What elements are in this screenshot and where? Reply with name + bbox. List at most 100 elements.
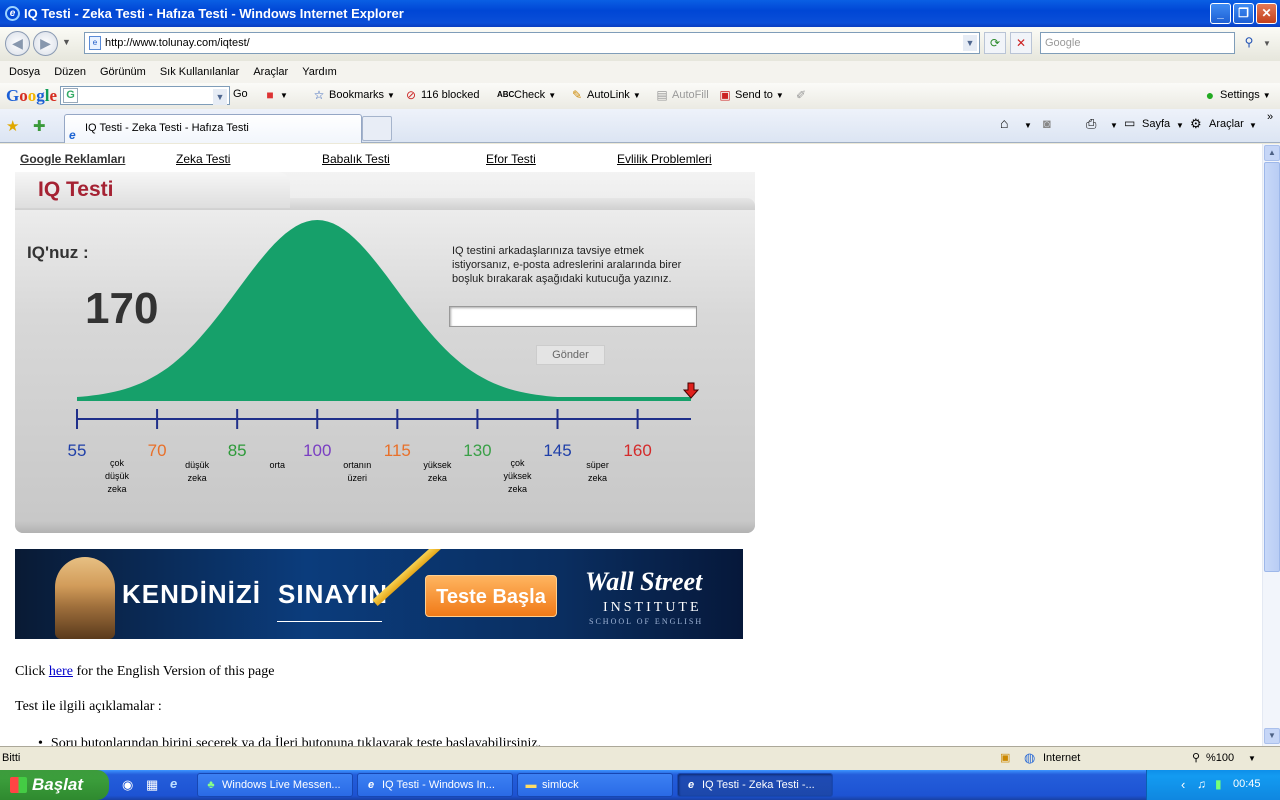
task-ie-2[interactable]: e IQ Testi - Zeka Testi -... xyxy=(677,773,833,797)
print-dropdown-icon[interactable]: ▼ xyxy=(1110,121,1118,130)
google-search-dropdown-icon[interactable]: ▼ xyxy=(213,89,227,105)
close-window-button[interactable]: ✕ xyxy=(1256,3,1277,24)
tray-volume-icon[interactable]: ♫ xyxy=(1197,777,1206,791)
quicklaunch-desktop-icon[interactable]: ▦ xyxy=(146,777,158,793)
task-folder[interactable]: ▬ simlock xyxy=(517,773,673,797)
status-bar: Bitti ▣ ◍ Internet ⚲ %100 ▼ xyxy=(0,746,1280,770)
search-options-icon[interactable]: ▼ xyxy=(1263,39,1271,48)
tray-chevron-icon[interactable]: ‹ xyxy=(1181,777,1185,792)
google-search-input[interactable]: G ▼ xyxy=(60,86,230,105)
tools-dropdown-icon[interactable]: ▼ xyxy=(1249,121,1257,130)
search-placeholder: Google xyxy=(1045,37,1081,49)
bookmarks-button[interactable]: ☆ Bookmarks ▼ xyxy=(312,88,395,102)
autofill-label: AutoFill xyxy=(672,89,709,101)
scroll-up-icon[interactable]: ▲ xyxy=(1264,145,1280,161)
menu-tools[interactable]: Araçlar xyxy=(246,66,295,78)
task-ie-1[interactable]: e IQ Testi - Windows In... xyxy=(357,773,513,797)
sendto-button[interactable]: ▣ Send to ▼ xyxy=(718,88,784,102)
google-go-button[interactable]: Go xyxy=(233,88,248,100)
back-button[interactable]: ◀ xyxy=(5,31,30,56)
menu-favorites[interactable]: Sık Kullanılanlar xyxy=(153,66,247,78)
category-label-3-0: ortanın xyxy=(343,460,371,470)
settings-button[interactable]: ● Settings ▼ xyxy=(1203,88,1271,102)
autofill-button[interactable]: ▤ AutoFill xyxy=(655,88,709,102)
zoom-icon[interactable]: ⚲ xyxy=(1192,751,1200,764)
link-babalik-testi[interactable]: Babalık Testi xyxy=(322,152,390,166)
status-text: Bitti xyxy=(2,752,21,764)
search-input[interactable]: Google xyxy=(1040,32,1235,54)
google-options-button[interactable]: ■ ▼ xyxy=(263,88,288,102)
refresh-button[interactable]: ⟳ xyxy=(984,32,1006,54)
menu-file[interactable]: Dosya xyxy=(2,66,47,78)
internet-globe-icon: ◍ xyxy=(1024,750,1036,765)
tray-signal-icon[interactable]: ▮ xyxy=(1215,777,1222,791)
curve-baseline xyxy=(77,397,691,401)
zoom-level[interactable]: %100 xyxy=(1206,752,1234,764)
iq-label: IQ'nuz : xyxy=(27,243,89,262)
zoom-dropdown-icon[interactable]: ▼ xyxy=(1248,754,1256,763)
highlighter-icon[interactable]: ✐ xyxy=(794,88,808,102)
spellcheck-button[interactable]: ABC Check ▼ xyxy=(497,88,556,102)
address-dropdown-icon[interactable]: ▼ xyxy=(963,35,977,51)
history-dropdown-icon[interactable]: ▼ xyxy=(62,37,71,47)
link-zeka-testi[interactable]: Zeka Testi xyxy=(176,152,230,166)
link-google-ads[interactable]: Google Reklamları xyxy=(20,152,125,166)
clock[interactable]: 00:45 xyxy=(1233,778,1261,790)
address-bar[interactable]: e http://www.tolunay.com/iqtest/ ▼ xyxy=(84,32,980,54)
menu-edit[interactable]: Düzen xyxy=(47,66,93,78)
category-label-0-1: düşük xyxy=(105,471,130,481)
send-button[interactable]: Gönder xyxy=(536,345,605,365)
print-icon[interactable]: ⎙ xyxy=(1086,116,1096,132)
category-label-3-1: üzeri xyxy=(348,473,368,483)
email-input[interactable] xyxy=(449,306,697,327)
x-tick-label-100: 100 xyxy=(303,441,331,460)
tab-current[interactable]: e IQ Testi - Zeka Testi - Hafıza Testi xyxy=(64,114,362,143)
feeds-icon[interactable]: ◙ xyxy=(1043,116,1051,131)
forward-button[interactable]: ▶ xyxy=(33,31,58,56)
page-menu-icon: ▭ xyxy=(1124,116,1136,130)
maximize-button[interactable]: ❐ xyxy=(1233,3,1254,24)
new-tab-button[interactable] xyxy=(362,116,392,141)
check-label: Check xyxy=(514,89,546,101)
task-messenger[interactable]: ♣ Windows Live Messen... xyxy=(197,773,353,797)
favorites-star-icon[interactable]: ★ xyxy=(6,117,19,135)
category-label-6-1: zeka xyxy=(588,473,607,483)
add-favorite-icon[interactable]: ✚ xyxy=(33,117,46,135)
quicklaunch-messenger-icon[interactable]: ◉ xyxy=(122,777,133,793)
link-evlilik-problemleri[interactable]: Evlilik Problemleri xyxy=(617,152,712,166)
quicklaunch-ie-icon[interactable]: e xyxy=(170,776,177,791)
chevron-more-icon[interactable]: » xyxy=(1267,111,1273,123)
menu-bar: Dosya Düzen Görünüm Sık Kullanılanlar Ar… xyxy=(0,61,1280,83)
autolink-label: AutoLink xyxy=(587,89,630,101)
tools-menu[interactable]: Araçlar xyxy=(1209,118,1244,130)
zone-text: Internet xyxy=(1043,752,1081,764)
vertical-scrollbar[interactable]: ▲ ▼ xyxy=(1262,144,1280,746)
menu-help[interactable]: Yardım xyxy=(295,66,344,78)
search-icon[interactable]: ⚲ xyxy=(1238,32,1260,54)
menu-view[interactable]: Görünüm xyxy=(93,66,153,78)
autolink-button[interactable]: ✎ AutoLink ▼ xyxy=(570,88,641,102)
google-go-label: Go xyxy=(233,88,248,100)
x-tick-label-70: 70 xyxy=(148,441,167,460)
x-tick-label-160: 160 xyxy=(623,441,651,460)
home-dropdown-icon[interactable]: ▼ xyxy=(1024,121,1032,130)
page-menu[interactable]: Sayfa xyxy=(1142,118,1170,130)
windows-flag-icon xyxy=(10,777,27,793)
home-icon[interactable]: ⌂ xyxy=(1000,115,1008,131)
link-efor-testi[interactable]: Efor Testi xyxy=(486,152,536,166)
page-dropdown-icon[interactable]: ▼ xyxy=(1176,121,1184,130)
tab-row: ★ ✚ e IQ Testi - Zeka Testi - Hafıza Tes… xyxy=(0,109,1280,143)
stop-button[interactable]: ✕ xyxy=(1010,32,1032,54)
brand-institute: INSTITUTE xyxy=(603,600,702,615)
scroll-down-icon[interactable]: ▼ xyxy=(1264,728,1280,744)
english-version-link[interactable]: here xyxy=(49,664,73,679)
minimize-button[interactable]: _ xyxy=(1210,3,1231,24)
bullet-item: • Soru butonlarından birini seçerek ya da… xyxy=(38,736,541,746)
privacy-icon[interactable]: ▣ xyxy=(1000,751,1010,764)
teste-basla-button[interactable]: Teste Başla xyxy=(425,575,557,617)
wall-street-banner[interactable]: KENDİNİZİ SINAYIN Teste Başla Wall Stree… xyxy=(15,549,743,639)
scroll-thumb[interactable] xyxy=(1264,162,1280,572)
explain-title: Test ile ilgili açıklamalar : xyxy=(15,699,162,714)
popup-blocker[interactable]: ⊘ 116 blocked xyxy=(404,88,480,102)
start-button[interactable]: Başlat xyxy=(0,770,109,800)
